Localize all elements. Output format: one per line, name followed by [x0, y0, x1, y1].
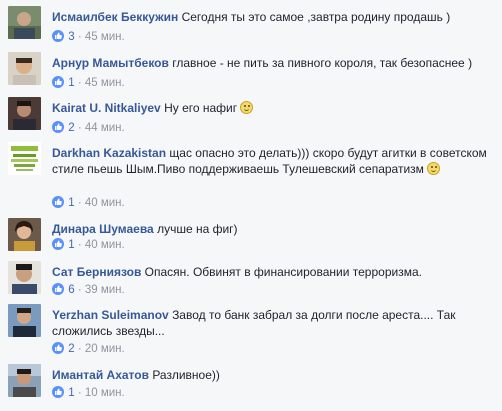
- comment-meta: 2 · 20 мин.: [52, 342, 125, 356]
- like-count[interactable]: 6: [68, 284, 74, 296]
- like-count[interactable]: 3: [68, 31, 74, 43]
- comment-author[interactable]: Исмаилбек Беккужин: [52, 10, 178, 24]
- avatar[interactable]: [8, 142, 41, 175]
- comment-time[interactable]: 10 мин.: [85, 387, 125, 399]
- comment-meta: 2 · 44 мин.: [52, 121, 125, 135]
- thumbs-up-icon: [52, 342, 64, 354]
- comment-time[interactable]: 20 мин.: [85, 343, 125, 355]
- separator: ·: [77, 77, 82, 89]
- comment-meta: 1 · 10 мин.: [52, 386, 125, 400]
- comment-meta: 3 · 45 мин.: [52, 30, 125, 44]
- like-count[interactable]: 2: [68, 122, 74, 134]
- avatar[interactable]: [8, 364, 41, 397]
- separator: ·: [77, 343, 82, 355]
- comment-author[interactable]: Kairat U. Nitkaliyev: [52, 101, 161, 115]
- thumbs-up-icon: [52, 238, 64, 250]
- thumbs-up-icon: [52, 283, 64, 295]
- like-count[interactable]: 2: [68, 343, 74, 355]
- separator: ·: [77, 197, 82, 209]
- comment-author[interactable]: Арнур Мамытбеков: [52, 56, 169, 70]
- comment-author[interactable]: Yerzhan Suleimanov: [52, 308, 169, 322]
- smile-emoji-icon: [427, 162, 441, 175]
- like-count[interactable]: 1: [68, 77, 74, 89]
- comment-text: Сегодня ты это самое ,завтра родину прод…: [181, 10, 451, 24]
- separator: ·: [77, 31, 82, 43]
- comment-text: Ну его нафиг: [164, 101, 238, 115]
- comment-meta: 1 · 45 мин.: [52, 76, 125, 90]
- comment-author[interactable]: Сат Берниязов: [52, 265, 141, 279]
- comment-body: Kairat U. Nitkaliyev Ну его нафиг: [52, 100, 494, 116]
- avatar[interactable]: [8, 6, 41, 39]
- separator: ·: [77, 122, 82, 134]
- thumbs-up-icon: [52, 121, 64, 133]
- comment-time[interactable]: 45 мин.: [85, 31, 125, 43]
- separator: ·: [77, 387, 82, 399]
- like-count[interactable]: 1: [68, 197, 74, 209]
- avatar[interactable]: [8, 52, 41, 85]
- comment-text: главное - не пить за пивного короля, так…: [172, 56, 473, 70]
- like-count[interactable]: 1: [68, 387, 74, 399]
- avatar[interactable]: [8, 218, 41, 251]
- thumbs-up-icon: [52, 386, 64, 398]
- avatar[interactable]: [8, 261, 41, 294]
- comment-body: Yerzhan Suleimanov Завод то банк забрал …: [52, 307, 494, 339]
- avatar[interactable]: [8, 304, 41, 337]
- comment-list: Исмаилбек Беккужин Сегодня ты это самое …: [0, 0, 502, 411]
- comment-body: Арнур Мамытбеков главное - не пить за пи…: [52, 55, 494, 71]
- comment-time[interactable]: 45 мин.: [85, 77, 125, 89]
- like-count[interactable]: 1: [68, 239, 74, 251]
- comment-author[interactable]: Darkhan Kazakistan: [52, 146, 166, 160]
- comment-author[interactable]: Имантай Ахатов: [52, 368, 149, 382]
- separator: ·: [77, 284, 82, 296]
- comment-author[interactable]: Динара Шумаева: [52, 222, 154, 236]
- comment-body: Имантай Ахатов Разливное)): [52, 367, 494, 383]
- separator: ·: [77, 239, 82, 251]
- comment-time[interactable]: 40 мин.: [85, 197, 125, 209]
- comment-body: Сат Берниязов Опасян. Обвинят в финансир…: [52, 264, 494, 280]
- comment-text: Разливное)): [152, 368, 220, 382]
- thumbs-up-icon: [52, 30, 64, 42]
- comment-time[interactable]: 39 мин.: [85, 284, 125, 296]
- comment-body: Динара Шумаева лучше на фиг): [52, 221, 494, 237]
- comment-time[interactable]: 44 мин.: [85, 122, 125, 134]
- comment-text: Опасян. Обвинят в финансировании террори…: [144, 265, 422, 279]
- comment-meta: 1 · 40 мин.: [52, 196, 125, 210]
- avatar[interactable]: [8, 97, 41, 130]
- comment-meta: 1 · 40 мин.: [52, 238, 125, 252]
- comment-body: Darkhan Kazakistan щас опасно это делать…: [52, 145, 494, 177]
- comment-text: лучше на фиг): [157, 222, 238, 236]
- thumbs-up-icon: [52, 76, 64, 88]
- smile-emoji-icon: [240, 101, 254, 114]
- comment-body: Исмаилбек Беккужин Сегодня ты это самое …: [52, 9, 494, 25]
- thumbs-up-icon: [52, 196, 64, 208]
- comment-time[interactable]: 40 мин.: [85, 239, 125, 251]
- comment-meta: 6 · 39 мин.: [52, 283, 125, 297]
